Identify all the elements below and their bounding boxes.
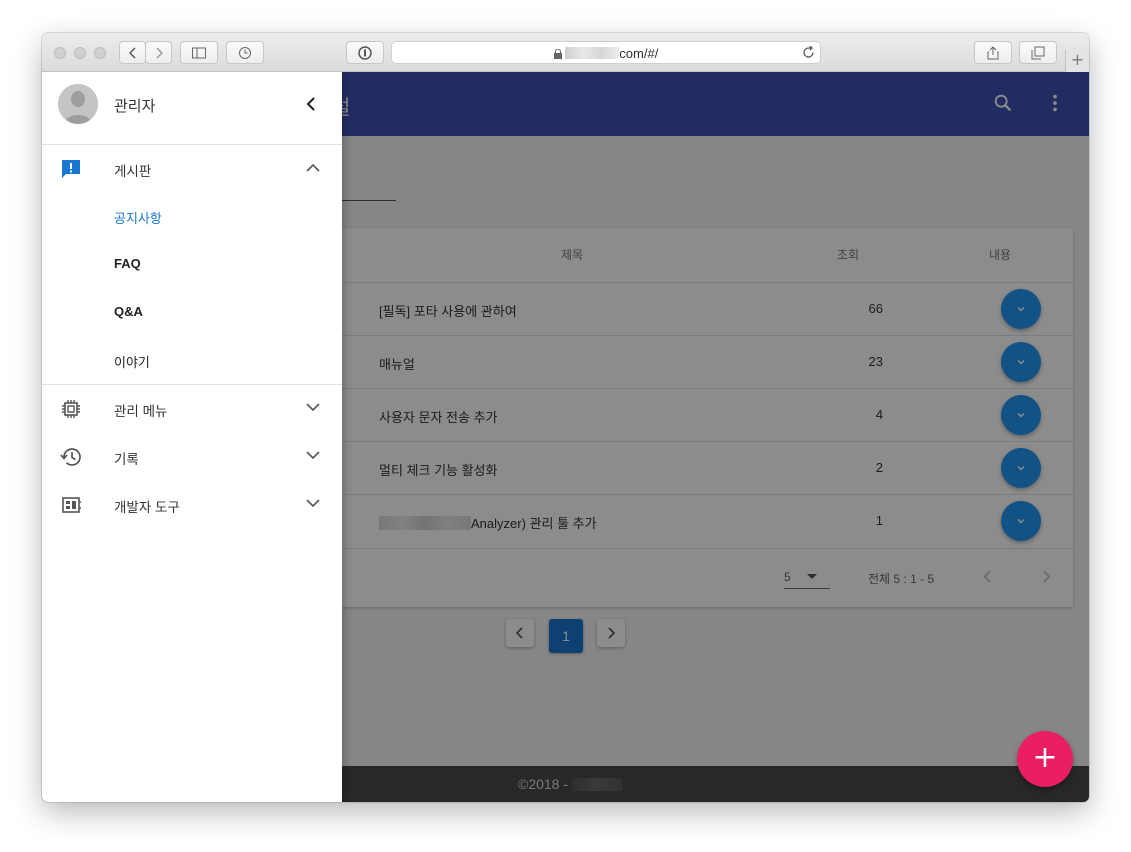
forward-button[interactable] — [145, 41, 172, 64]
sidebar-icon — [192, 47, 206, 58]
clock-icon — [239, 46, 251, 59]
share-icon — [987, 45, 999, 59]
submenu-item-qna[interactable]: Q&A — [42, 288, 342, 336]
browser-toolbar: com/#/ + — [42, 33, 1089, 72]
submenu-item-label: FAQ — [114, 256, 141, 271]
privacy-report-button[interactable] — [346, 41, 384, 64]
address-url: com/#/ — [392, 46, 820, 61]
chevron-down-icon — [306, 499, 320, 508]
new-tab-button[interactable]: + — [1065, 50, 1089, 72]
address-bar[interactable]: com/#/ — [391, 41, 821, 64]
shield-icon — [358, 45, 372, 60]
web-page: 털 제목 조회 내용 [필독] 포타 사용에 관하여 66 매뉴얼 23 사용자… — [42, 72, 1089, 802]
avatar — [58, 84, 98, 124]
submenu-item-notice[interactable]: 공지사항 — [42, 192, 342, 240]
menu-item-label: 개발자 도구 — [114, 500, 180, 515]
chip-icon — [62, 400, 80, 418]
submenu-item-label: 공지사항 — [114, 211, 162, 226]
chevron-left-icon — [128, 46, 136, 59]
chevron-down-icon — [306, 403, 320, 412]
chevron-right-icon — [155, 46, 163, 59]
browser-window: com/#/ + 털 제목 조회 내용 [필독] 포타 사용에 관하여 66 — [42, 33, 1089, 802]
navigation-drawer: 관리자 게시판 공지사항 FAQ Q&A 이야기 관리 메뉴 기록 개발자 도구 — [42, 72, 342, 802]
back-button[interactable] — [119, 41, 146, 64]
history-button[interactable] — [226, 41, 264, 64]
menu-item-label: 기록 — [114, 452, 139, 467]
sidebar-toggle-button[interactable] — [180, 41, 218, 64]
menu-item-label: 게시판 — [114, 164, 152, 179]
submenu-item-label: 이야기 — [114, 355, 150, 370]
menu-item-history[interactable]: 기록 — [42, 432, 342, 480]
menu-item-dev-tools[interactable]: 개발자 도구 — [42, 480, 342, 528]
add-post-button[interactable]: + — [1017, 731, 1073, 787]
menu-item-label: 관리 메뉴 — [114, 404, 168, 419]
history-icon — [60, 448, 81, 466]
menu-item-admin[interactable]: 관리 메뉴 — [42, 384, 342, 432]
redacted-domain — [565, 47, 620, 59]
user-name: 관리자 — [114, 98, 156, 115]
share-button[interactable] — [974, 41, 1012, 64]
tabs-overview-button[interactable] — [1019, 41, 1057, 64]
collapse-drawer-icon[interactable] — [306, 96, 316, 112]
chevron-down-icon — [306, 451, 320, 460]
feedback-icon — [62, 160, 80, 178]
url-text: com/#/ — [619, 46, 659, 61]
submenu-item-faq[interactable]: FAQ — [42, 240, 342, 288]
chevron-up-icon — [306, 163, 320, 172]
menu-item-board[interactable]: 게시판 — [42, 144, 342, 192]
reload-icon[interactable] — [802, 46, 815, 59]
lock-icon — [553, 48, 562, 59]
submenu-item-label: Q&A — [114, 304, 143, 319]
submenu-item-story[interactable]: 이야기 — [42, 336, 342, 384]
person-icon — [58, 84, 98, 124]
tabs-icon — [1031, 46, 1045, 59]
zoom-window-button[interactable] — [94, 47, 106, 59]
minimize-window-button[interactable] — [74, 47, 86, 59]
close-window-button[interactable] — [54, 47, 66, 59]
dashboard-icon — [62, 497, 81, 513]
